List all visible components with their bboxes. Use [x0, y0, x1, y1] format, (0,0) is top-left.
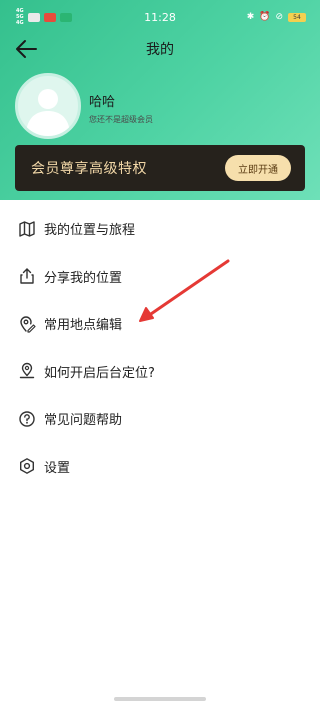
location-pin-icon — [18, 362, 36, 380]
menu-item-help[interactable]: 常见问题帮助 — [0, 395, 320, 443]
app-notification-icon — [43, 12, 56, 22]
page-title: 我的 — [146, 42, 174, 58]
map-icon — [18, 220, 36, 238]
signal-text: 4G 5G 4G — [16, 8, 24, 26]
help-icon — [18, 410, 36, 428]
menu-item-share-location[interactable]: 分享我的位置 — [0, 253, 320, 301]
membership-status: 您还不是超级会员 — [89, 115, 153, 124]
mute-icon: ⊘ — [275, 12, 283, 22]
activate-vip-button[interactable]: 立即开通 — [225, 155, 291, 181]
app-notification-icon — [59, 12, 72, 22]
avatar[interactable] — [15, 73, 81, 139]
menu-item-my-location[interactable]: 我的位置与旅程 — [0, 205, 320, 253]
status-right: ✱ ⏰ ⊘ 54 — [247, 12, 306, 22]
menu-item-label: 常见问题帮助 — [44, 413, 123, 429]
vip-banner[interactable]: 会员尊享高级特权 立即开通 — [15, 145, 305, 191]
status-time: 11:28 — [144, 10, 176, 24]
back-arrow-icon — [16, 40, 37, 58]
menu-item-background-location[interactable]: 如何开启后台定位? — [0, 348, 320, 396]
settings-icon — [18, 457, 36, 475]
share-icon — [18, 267, 36, 285]
bluetooth-icon: ✱ — [246, 12, 255, 22]
back-button[interactable] — [14, 38, 38, 60]
battery-level: 54 — [293, 13, 301, 21]
menu-item-label: 分享我的位置 — [44, 270, 123, 286]
menu-item-label: 设置 — [44, 460, 71, 476]
menu-item-label: 如何开启后台定位? — [44, 365, 155, 381]
alarm-icon: ⏰ — [259, 12, 271, 22]
menu-item-label: 我的位置与旅程 — [44, 223, 136, 239]
status-left: 4G 5G 4G — [16, 8, 72, 26]
user-silhouette-icon — [26, 89, 70, 136]
menu-item-label: 常用地点编辑 — [44, 318, 123, 334]
menu-item-edit-places[interactable]: 常用地点编辑 — [0, 300, 320, 348]
location-edit-icon — [18, 315, 36, 333]
battery-icon: 54 — [288, 12, 306, 22]
gesture-bar[interactable] — [114, 697, 206, 701]
user-name: 哈哈 — [89, 95, 116, 110]
status-bar: 4G 5G 4G 11:28 ✱ ⏰ ⊘ 54 — [0, 0, 320, 34]
menu-list: 我的位置与旅程 分享我的位置 常用地点编辑 如何开启后台定位? 常见问题帮助 设… — [0, 205, 320, 490]
app-notification-icon — [27, 12, 40, 22]
top-app-bar: 我的 — [0, 34, 320, 64]
vip-banner-text: 会员尊享高级特权 — [31, 161, 147, 177]
menu-item-settings[interactable]: 设置 — [0, 443, 320, 491]
